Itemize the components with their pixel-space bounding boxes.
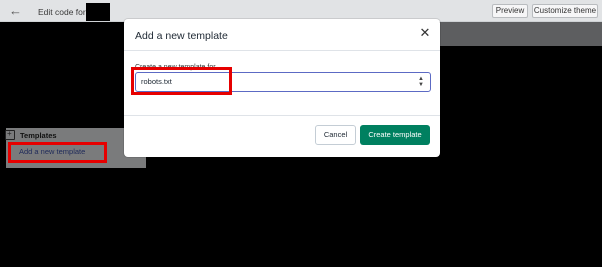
highlight-box-add-template	[8, 142, 107, 163]
modal-title: Add a new template	[135, 30, 228, 42]
close-icon[interactable]: ✕	[419, 26, 431, 40]
background-panel	[440, 22, 602, 46]
cancel-button[interactable]: Cancel	[315, 125, 356, 145]
page-title: Edit code for	[38, 7, 86, 17]
folder-plus-icon	[5, 129, 15, 140]
templates-heading: Templates	[20, 131, 57, 140]
create-template-button[interactable]: Create template	[360, 125, 430, 145]
select-arrows-icon: ▲ ▼	[418, 76, 424, 88]
customize-theme-button[interactable]: Customize theme	[532, 4, 598, 18]
arrow-left-icon[interactable]: ←	[9, 4, 23, 18]
modal-header: Add a new template ✕	[124, 19, 440, 51]
add-template-modal: Add a new template ✕ Create a new templa…	[124, 19, 440, 157]
highlight-box-select	[131, 67, 232, 95]
preview-button[interactable]: Preview	[492, 4, 528, 18]
redacted-theme-name	[86, 3, 110, 21]
